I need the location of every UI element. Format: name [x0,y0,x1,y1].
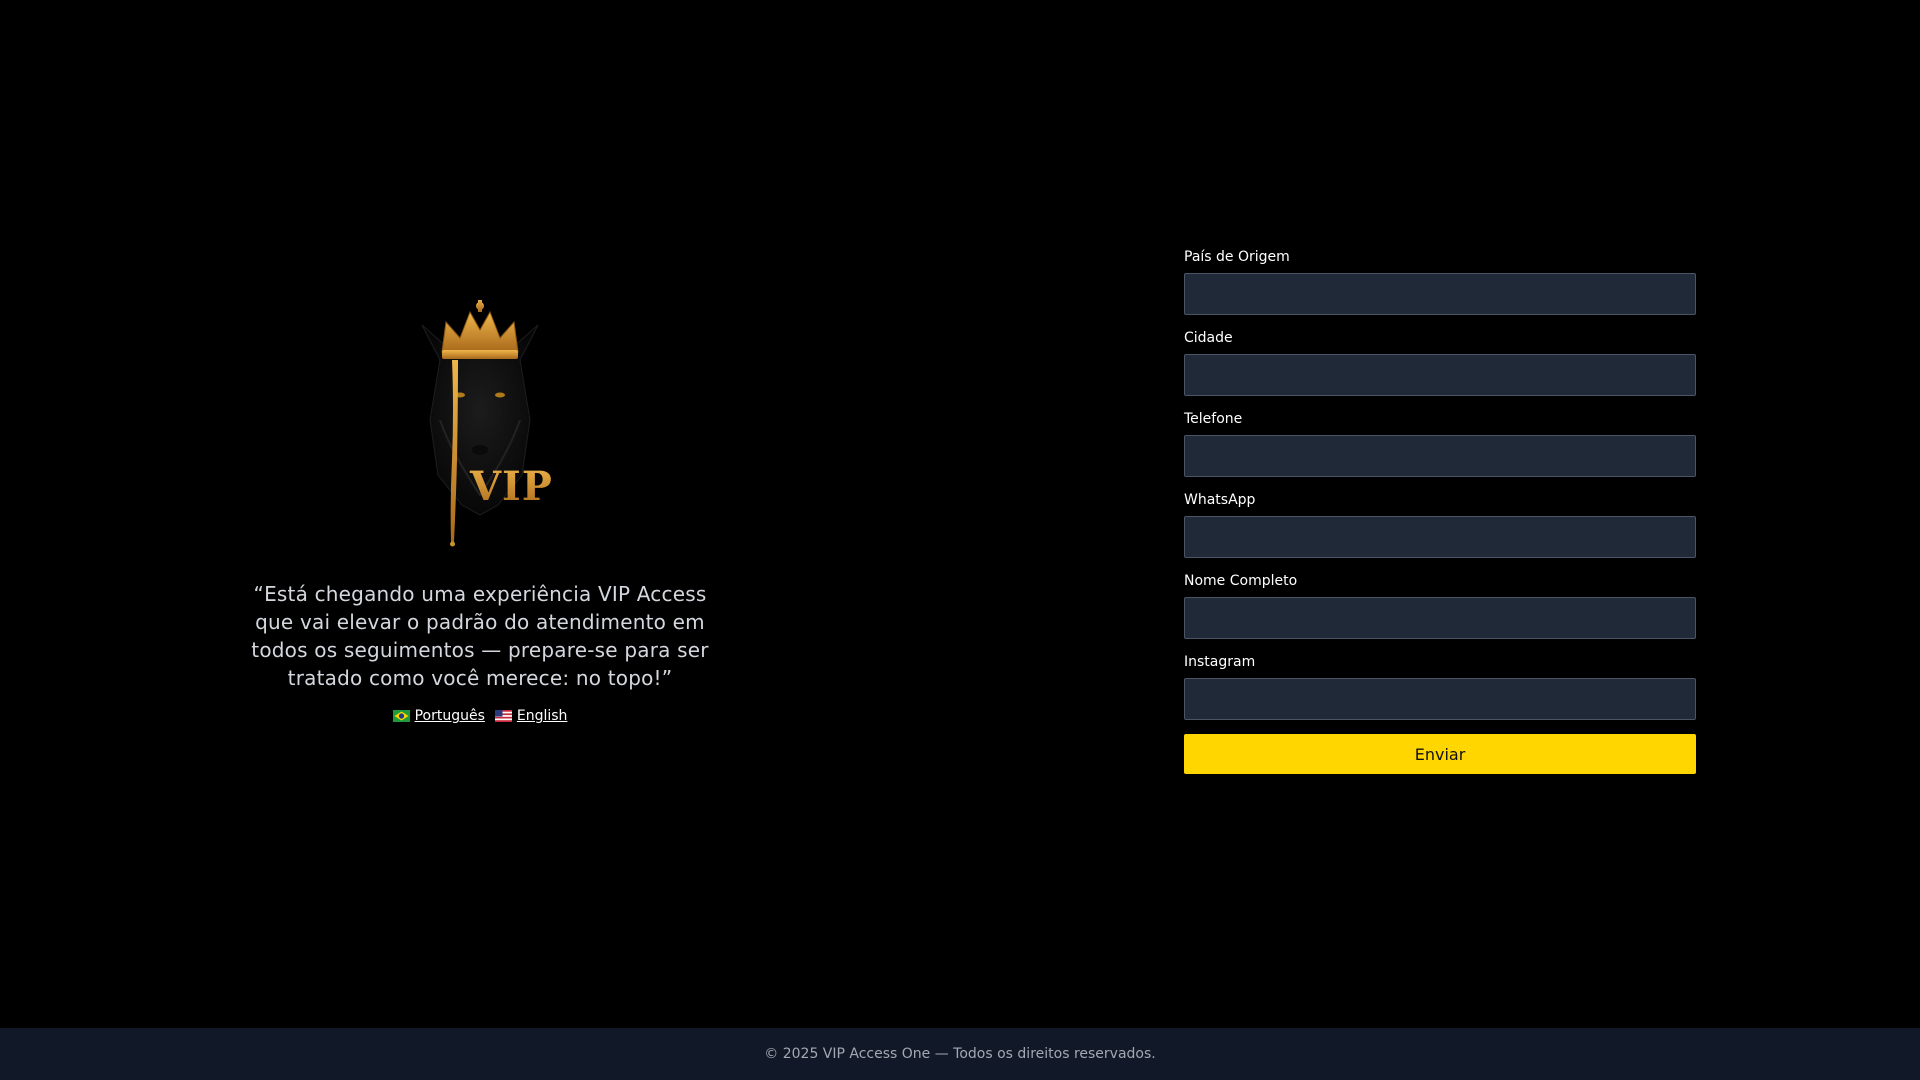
language-switcher: Português English [392,708,568,724]
crowned-wolf-vip-logo-icon: VIP [421,300,553,547]
nome-completo-label: Nome Completo [1184,573,1298,589]
whatsapp-label: WhatsApp [1184,492,1256,508]
lang-english-link[interactable]: English [494,708,568,724]
field-cidade: Cidade [1184,329,1696,396]
nome-completo-input[interactable] [1184,597,1696,639]
svg-text:VIP: VIP [469,463,553,510]
lang-english-label: English [516,708,568,724]
brazil-flag-icon [392,710,410,722]
field-whatsapp: WhatsApp [1184,491,1696,558]
lang-portuguese-link[interactable]: Português [392,708,485,724]
field-telefone: Telefone [1184,410,1696,477]
field-pais-de-origem: País de Origem [1184,248,1696,315]
signup-form: País de Origem Cidade Telefone WhatsApp … [1184,248,1696,774]
whatsapp-input[interactable] [1184,516,1696,558]
telefone-input[interactable] [1184,435,1696,477]
footer: © 2025 VIP Access One — Todos os direito… [0,1028,1920,1080]
field-nome-completo: Nome Completo [1184,572,1696,639]
brand-panel: VIP “Está chegando uma experiência VIP A… [230,300,730,724]
pais-de-origem-label: País de Origem [1184,249,1290,265]
submit-button[interactable]: Enviar [1184,734,1696,774]
field-instagram: Instagram [1184,653,1696,720]
lang-portuguese-label: Português [414,708,485,724]
usa-flag-icon [494,710,512,722]
tagline: “Está chegando uma experiência VIP Acces… [251,582,709,690]
instagram-input[interactable] [1184,678,1696,720]
page: VIP “Está chegando uma experiência VIP A… [0,0,1920,1080]
instagram-label: Instagram [1184,654,1256,670]
telefone-label: Telefone [1184,411,1243,427]
cidade-input[interactable] [1184,354,1696,396]
cidade-label: Cidade [1184,330,1233,346]
pais-de-origem-input[interactable] [1184,273,1696,315]
footer-copyright: © 2025 VIP Access One — Todos os direito… [764,1046,1156,1062]
